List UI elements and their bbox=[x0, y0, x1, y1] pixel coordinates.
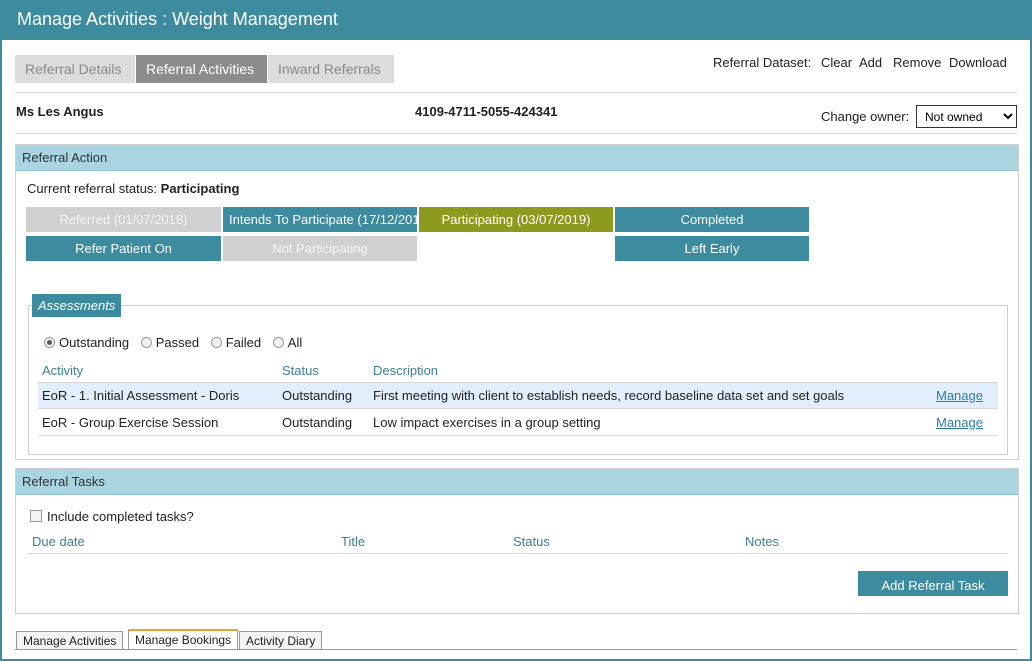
row-status: Outstanding bbox=[282, 415, 353, 430]
add-referral-task-button[interactable]: Add Referral Task bbox=[858, 571, 1008, 596]
tasks-header-divider bbox=[26, 553, 1008, 554]
patient-number: 4109-4711-5055-424341 bbox=[415, 104, 558, 119]
column-notes: Notes bbox=[745, 534, 779, 549]
dataset-clear-link[interactable]: Clear bbox=[821, 55, 852, 70]
tab-manage-activities[interactable]: Manage Activities bbox=[16, 631, 124, 650]
radio-selected-icon[interactable] bbox=[44, 337, 55, 348]
row-description: First meeting with client to establish n… bbox=[373, 388, 845, 403]
radio-icon[interactable] bbox=[272, 337, 284, 348]
checkbox-icon[interactable] bbox=[30, 510, 42, 522]
filter-passed-label: Passed bbox=[155, 335, 200, 350]
dataset-remove-link[interactable]: Remove bbox=[893, 55, 941, 70]
assessment-filter-group: Outstanding Passed Failed All bbox=[44, 335, 302, 350]
window-title: Manage Activities : Weight Management bbox=[0, 0, 1032, 40]
filter-outstanding[interactable]: Outstanding bbox=[44, 335, 129, 350]
filter-failed-label: Failed bbox=[225, 335, 262, 350]
filter-all-label: All bbox=[287, 335, 303, 350]
status-label: Current referral status: bbox=[27, 181, 158, 196]
row-status: Outstanding bbox=[282, 388, 353, 403]
column-activity: Activity bbox=[42, 363, 84, 378]
refer-patient-on-button[interactable]: Refer Patient On bbox=[26, 236, 221, 261]
participating-button[interactable]: Participating (03/07/2019) bbox=[419, 207, 613, 232]
not-participating-button[interactable]: Not Participating bbox=[223, 236, 417, 261]
filter-failed[interactable]: Failed bbox=[210, 335, 262, 350]
column-title: Title bbox=[341, 534, 366, 549]
dataset-download-link[interactable]: Download bbox=[949, 55, 1007, 70]
filter-all[interactable]: All bbox=[272, 335, 303, 350]
referral-dataset-label: Referral Dataset: bbox=[713, 55, 812, 70]
filter-passed[interactable]: Passed bbox=[140, 335, 200, 350]
radio-icon[interactable] bbox=[140, 337, 152, 348]
manage-link[interactable]: Manage bbox=[936, 415, 983, 430]
patient-name: Ms Les Angus bbox=[16, 104, 104, 119]
tab-baseline bbox=[15, 649, 1017, 650]
manage-link[interactable]: Manage bbox=[936, 388, 983, 403]
intends-to-participate-button[interactable]: Intends To Participate (17/12/201 bbox=[223, 207, 417, 232]
tab-referral-activities[interactable]: Referral Activities bbox=[136, 55, 267, 83]
radio-icon[interactable] bbox=[210, 337, 222, 348]
column-task-status: Status bbox=[513, 534, 550, 549]
tab-inward-referrals[interactable]: Inward Referrals bbox=[268, 55, 394, 83]
referral-tasks-heading: Referral Tasks bbox=[16, 469, 1018, 495]
filter-outstanding-label: Outstanding bbox=[59, 335, 130, 350]
row-description: Low impact exercises in a group setting bbox=[373, 415, 601, 430]
completed-button[interactable]: Completed bbox=[615, 207, 809, 232]
dataset-add-link[interactable]: Add bbox=[859, 55, 882, 70]
divider bbox=[15, 133, 1017, 134]
assessments-legend: Assessments bbox=[32, 294, 122, 317]
left-early-button[interactable]: Left Early bbox=[615, 236, 809, 261]
tab-activity-diary[interactable]: Activity Diary bbox=[239, 631, 323, 650]
column-status: Status bbox=[282, 363, 319, 378]
change-owner-label: Change owner: bbox=[821, 109, 910, 124]
current-status: Current referral status: Participating bbox=[27, 181, 239, 196]
change-owner-select[interactable]: Not owned bbox=[916, 105, 1017, 128]
referred-button[interactable]: Referred (01/07/2018) bbox=[26, 207, 221, 232]
include-completed-toggle[interactable]: Include completed tasks? bbox=[30, 509, 194, 524]
table-row[interactable]: EoR - Group Exercise Session Outstanding… bbox=[38, 410, 998, 436]
status-value: Participating bbox=[160, 181, 240, 196]
column-due-date: Due date bbox=[32, 534, 85, 549]
tab-manage-bookings[interactable]: Manage Bookings bbox=[128, 629, 239, 649]
column-description: Description bbox=[373, 363, 439, 378]
row-activity: EoR - 1. Initial Assessment - Doris bbox=[42, 388, 240, 403]
referral-action-heading: Referral Action bbox=[16, 145, 1018, 171]
include-completed-label: Include completed tasks? bbox=[47, 509, 194, 524]
row-activity: EoR - Group Exercise Session bbox=[42, 415, 219, 430]
tab-referral-details[interactable]: Referral Details bbox=[15, 55, 135, 83]
table-row[interactable]: EoR - 1. Initial Assessment - Doris Outs… bbox=[38, 383, 998, 409]
divider bbox=[15, 92, 1017, 93]
